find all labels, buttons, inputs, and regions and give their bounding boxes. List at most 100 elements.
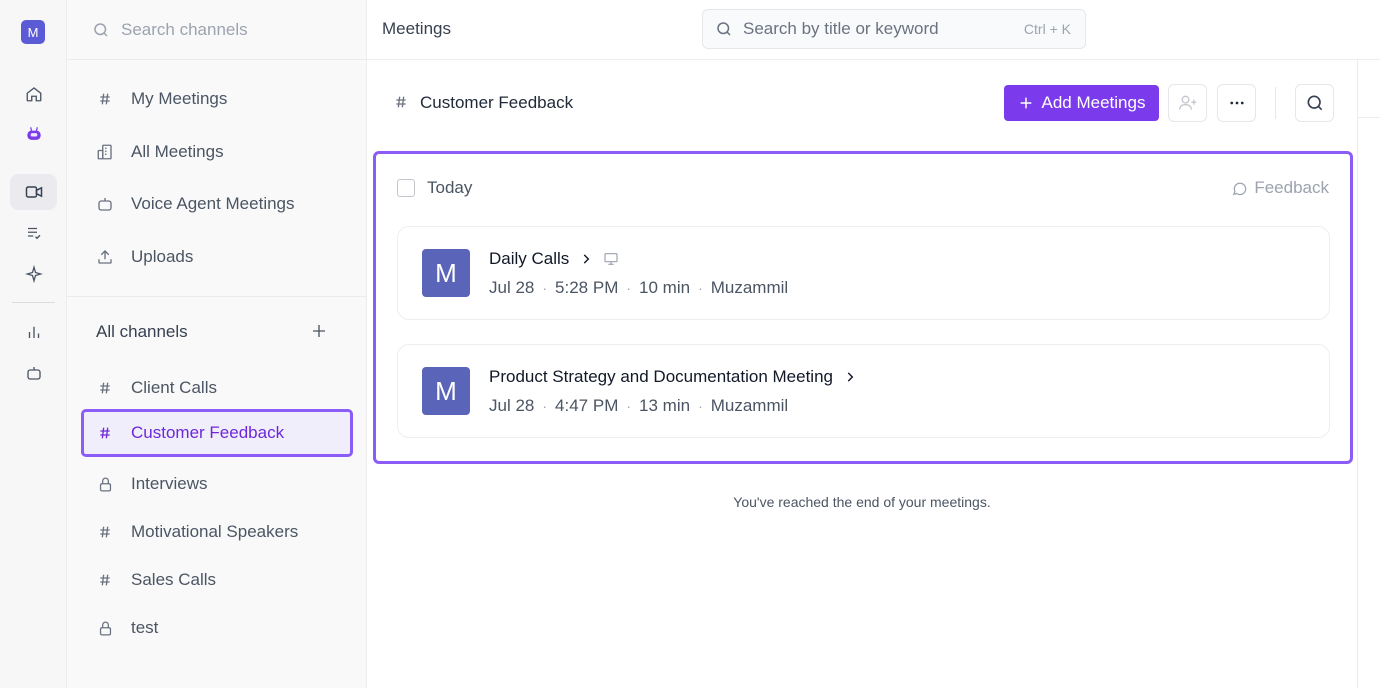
meeting-owner: Muzammil bbox=[710, 278, 789, 297]
add-channel-button[interactable] bbox=[306, 318, 332, 344]
channel-header: Customer Feedback Add Meetings bbox=[367, 60, 1357, 146]
select-all-checkbox[interactable] bbox=[397, 179, 415, 197]
meeting-card[interactable]: M Daily Calls Jul 28 · 5:28 PM · 10 min … bbox=[397, 226, 1330, 320]
user-plus-icon bbox=[1178, 95, 1196, 110]
meeting-meta: Jul 28 · 5:28 PM · 10 min · Muzammil bbox=[489, 278, 788, 298]
group-header: Today bbox=[397, 178, 472, 198]
more-options-button[interactable] bbox=[1217, 84, 1256, 122]
separator-dot: · bbox=[542, 280, 548, 296]
channel-label: Interviews bbox=[131, 474, 208, 493]
hash-icon bbox=[95, 570, 115, 590]
sparkle-icon bbox=[24, 265, 43, 283]
chevron-right-icon bbox=[584, 254, 590, 264]
channel-search-button[interactable] bbox=[1295, 84, 1334, 122]
tasks-button[interactable] bbox=[10, 215, 57, 251]
hash-icon bbox=[95, 89, 115, 109]
nav-uploads[interactable]: Uploads bbox=[95, 237, 193, 277]
meeting-title-row[interactable]: Product Strategy and Documentation Meeti… bbox=[489, 367, 857, 387]
end-of-list-message: You've reached the end of your meetings. bbox=[733, 494, 991, 510]
lock-icon bbox=[95, 474, 115, 494]
plus-icon bbox=[313, 325, 325, 337]
meeting-date: Jul 28 bbox=[489, 278, 535, 297]
channel-name: Customer Feedback bbox=[420, 93, 574, 112]
home-icon bbox=[26, 87, 41, 102]
channel-interviews[interactable]: Interviews bbox=[81, 460, 353, 508]
page-title: Meetings bbox=[382, 19, 451, 38]
upload-icon bbox=[95, 247, 115, 267]
feedback-button[interactable]: Feedback bbox=[1231, 178, 1329, 198]
meeting-title: Daily Calls bbox=[489, 249, 570, 268]
hash-icon bbox=[393, 94, 409, 115]
meeting-title-row[interactable]: Daily Calls bbox=[489, 249, 619, 269]
app-root: M Search channels My Meetings All Meetin… bbox=[0, 0, 1380, 688]
channel-test[interactable]: test bbox=[81, 604, 353, 652]
channel-sales-calls[interactable]: Sales Calls bbox=[81, 556, 353, 604]
separator-dot: · bbox=[542, 398, 548, 414]
meeting-card[interactable]: M Product Strategy and Documentation Mee… bbox=[397, 344, 1330, 438]
channel-label: Motivational Speakers bbox=[131, 522, 299, 541]
meeting-time: 4:47 PM bbox=[555, 396, 619, 415]
list-check-icon bbox=[27, 227, 40, 240]
separator-dot: · bbox=[698, 280, 703, 296]
channel-search-placeholder: Search channels bbox=[121, 19, 248, 39]
meeting-avatar: M bbox=[422, 249, 470, 297]
group-label: Today bbox=[427, 178, 473, 197]
right-panel-edge bbox=[1357, 60, 1380, 688]
meetings-group: Today Feedback M Daily Calls Jul 28 · 5:… bbox=[373, 151, 1353, 464]
channel-motivational-speakers[interactable]: Motivational Speakers bbox=[81, 508, 353, 556]
meeting-duration: 10 min bbox=[639, 278, 691, 297]
search-placeholder: Search by title or keyword bbox=[743, 19, 939, 38]
add-meetings-button[interactable]: Add Meetings bbox=[1004, 85, 1159, 121]
meetings-button[interactable] bbox=[10, 174, 57, 210]
meeting-title: Product Strategy and Documentation Meeti… bbox=[489, 367, 833, 386]
nav-label: Uploads bbox=[131, 247, 194, 266]
search-icon bbox=[1307, 95, 1322, 111]
channel-sidebar: Search channels My Meetings All Meetings… bbox=[67, 0, 367, 688]
sparkle-button[interactable] bbox=[10, 256, 57, 292]
nav-my-meetings[interactable]: My Meetings bbox=[95, 79, 227, 119]
channel-label: Customer Feedback bbox=[131, 423, 285, 442]
nav-label: All Meetings bbox=[131, 142, 224, 161]
channels-heading: All channels bbox=[96, 322, 188, 341]
chat-bubble-icon bbox=[1233, 182, 1247, 195]
separator-dot: · bbox=[626, 398, 632, 414]
channel-customer-feedback[interactable]: Customer Feedback bbox=[81, 409, 353, 457]
invite-member-button[interactable] bbox=[1168, 84, 1207, 122]
icon-rail: M bbox=[0, 0, 67, 688]
hash-icon bbox=[95, 378, 115, 398]
building-icon bbox=[95, 142, 115, 162]
nav-label: My Meetings bbox=[131, 89, 228, 108]
robot-icon bbox=[26, 127, 41, 140]
more-icon bbox=[1229, 101, 1244, 105]
meeting-date: Jul 28 bbox=[489, 396, 535, 415]
nav-all-meetings[interactable]: All Meetings bbox=[95, 132, 224, 172]
meeting-duration: 13 min bbox=[639, 396, 691, 415]
search-shortcut: Ctrl + K bbox=[1023, 21, 1071, 37]
analytics-button[interactable] bbox=[10, 314, 57, 350]
channel-search[interactable]: Search channels bbox=[67, 0, 367, 60]
nav-label: Voice Agent Meetings bbox=[131, 194, 295, 213]
channel-label: Sales Calls bbox=[131, 570, 217, 589]
bot-icon bbox=[26, 367, 41, 380]
feedback-label: Feedback bbox=[1254, 178, 1329, 197]
ai-bot-button[interactable] bbox=[10, 116, 57, 152]
workspace-avatar[interactable]: M bbox=[21, 20, 45, 44]
header-divider bbox=[1275, 87, 1276, 119]
meeting-meta: Jul 28 · 4:47 PM · 13 min · Muzammil bbox=[489, 396, 788, 416]
meeting-owner: Muzammil bbox=[710, 396, 789, 415]
sidebar-divider bbox=[67, 296, 367, 297]
separator-dot: · bbox=[698, 398, 703, 414]
channel-client-calls[interactable]: Client Calls bbox=[81, 364, 353, 412]
monitor-icon bbox=[604, 253, 618, 265]
meeting-avatar: M bbox=[422, 367, 470, 415]
home-button[interactable] bbox=[10, 76, 57, 112]
search-icon bbox=[717, 22, 731, 36]
agents-button[interactable] bbox=[10, 355, 57, 391]
chevron-right-icon bbox=[847, 372, 854, 382]
bar-chart-icon bbox=[28, 326, 39, 338]
rail-divider bbox=[12, 302, 55, 303]
channel-label: test bbox=[131, 618, 159, 637]
nav-voice-agent-meetings[interactable]: Voice Agent Meetings bbox=[95, 184, 295, 224]
meeting-search-input[interactable]: Search by title or keyword Ctrl + K bbox=[702, 9, 1086, 49]
top-bar: Meetings Search by title or keyword Ctrl… bbox=[367, 0, 1380, 60]
